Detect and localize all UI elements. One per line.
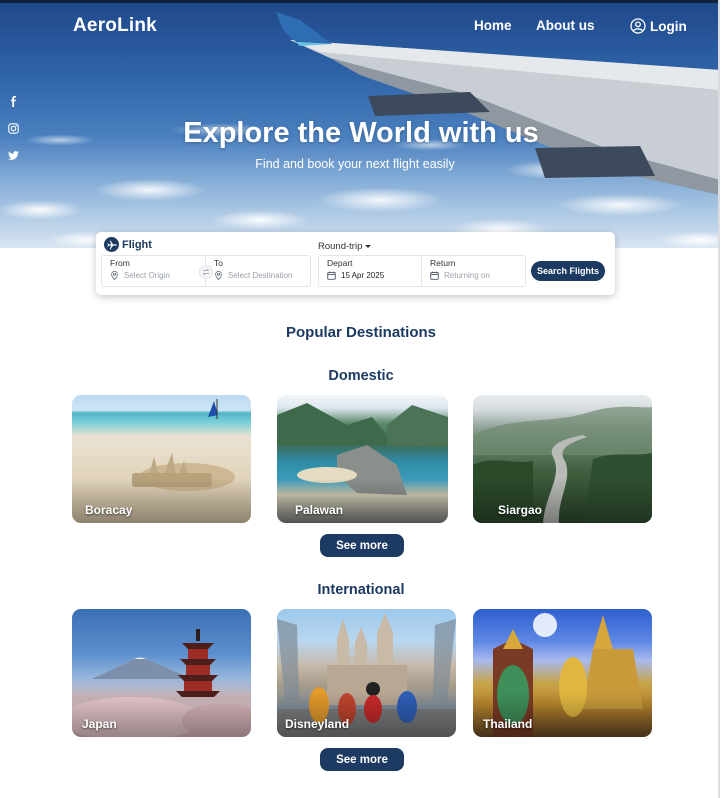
flight-search-card: Flight Round-trip From Select Origin To … [96,232,615,295]
swap-icon[interactable] [199,265,213,279]
destination-card-palawan[interactable]: Palawan [277,395,448,523]
calendar-icon [327,271,336,280]
destination-card-japan[interactable]: Japan [72,609,251,737]
depart-date-input[interactable]: 15 Apr 2025 [327,271,384,280]
nav-about-us[interactable]: About us [536,18,595,33]
return-date-placeholder: Returning on [444,271,490,280]
user-circle-icon [630,18,646,34]
destination-card-disneyland[interactable]: Disneyland [277,609,456,737]
depart-date-value: 15 Apr 2025 [341,271,385,280]
chevron-down-icon [365,245,372,248]
popular-destinations-heading: Popular Destinations [285,324,437,341]
trip-type-dropdown[interactable]: Round-trip [318,241,372,252]
destination-name: Boracay [85,503,133,517]
search-flights-button[interactable]: Search Flights [531,261,605,281]
origin-input[interactable]: Select Origin [110,271,170,280]
trip-type-value: Round-trip [318,241,363,252]
hero-subtitle: Find and book your next flight easily [255,157,455,171]
depart-date-field[interactable]: Depart 15 Apr 2025 [318,255,422,287]
location-pin-icon [215,271,222,280]
see-more-domestic-button[interactable]: See more [320,534,404,557]
destination-name: Palawan [295,503,344,517]
origin-field[interactable]: From Select Origin [101,255,206,287]
destination-label: To [214,258,223,268]
international-heading: International [317,582,405,598]
airplane-icon [104,237,119,252]
destination-input[interactable]: Select Destination [214,271,292,280]
destination-name: Thailand [483,717,533,731]
tab-flight-label: Flight [122,238,152,251]
destination-card-siargao[interactable]: Siargao [473,395,652,523]
destination-placeholder: Select Destination [228,271,293,280]
tab-flight[interactable]: Flight [104,237,152,252]
destination-name: Japan [82,717,117,731]
nav-login-label: Login [650,18,687,34]
facebook-icon[interactable] [6,94,20,108]
return-date-field[interactable]: Return Returning on [422,255,526,287]
return-date-input[interactable]: Returning on [430,271,490,280]
return-label: Return [430,258,456,268]
hero-title: Explore the World with us [183,117,539,149]
depart-label: Depart [327,258,353,268]
brand-logo[interactable]: AeroLink [73,15,157,37]
origin-label: From [110,258,130,268]
destination-card-boracay[interactable]: Boracay [72,395,251,523]
destination-name: Siargao [498,503,543,517]
nav-login[interactable]: Login [630,18,687,34]
nav-home[interactable]: Home [474,18,512,33]
hero-banner: AeroLink Home About us Login Explore the… [0,0,720,248]
see-more-international-button[interactable]: See more [320,748,404,771]
calendar-icon [430,271,439,280]
destination-name: Disneyland [285,717,350,731]
destination-field[interactable]: To Select Destination [206,255,311,287]
destination-card-thailand[interactable]: Thailand [473,609,652,737]
origin-placeholder: Select Origin [124,271,170,280]
domestic-heading: Domestic [328,368,394,384]
location-pin-icon [111,271,118,280]
